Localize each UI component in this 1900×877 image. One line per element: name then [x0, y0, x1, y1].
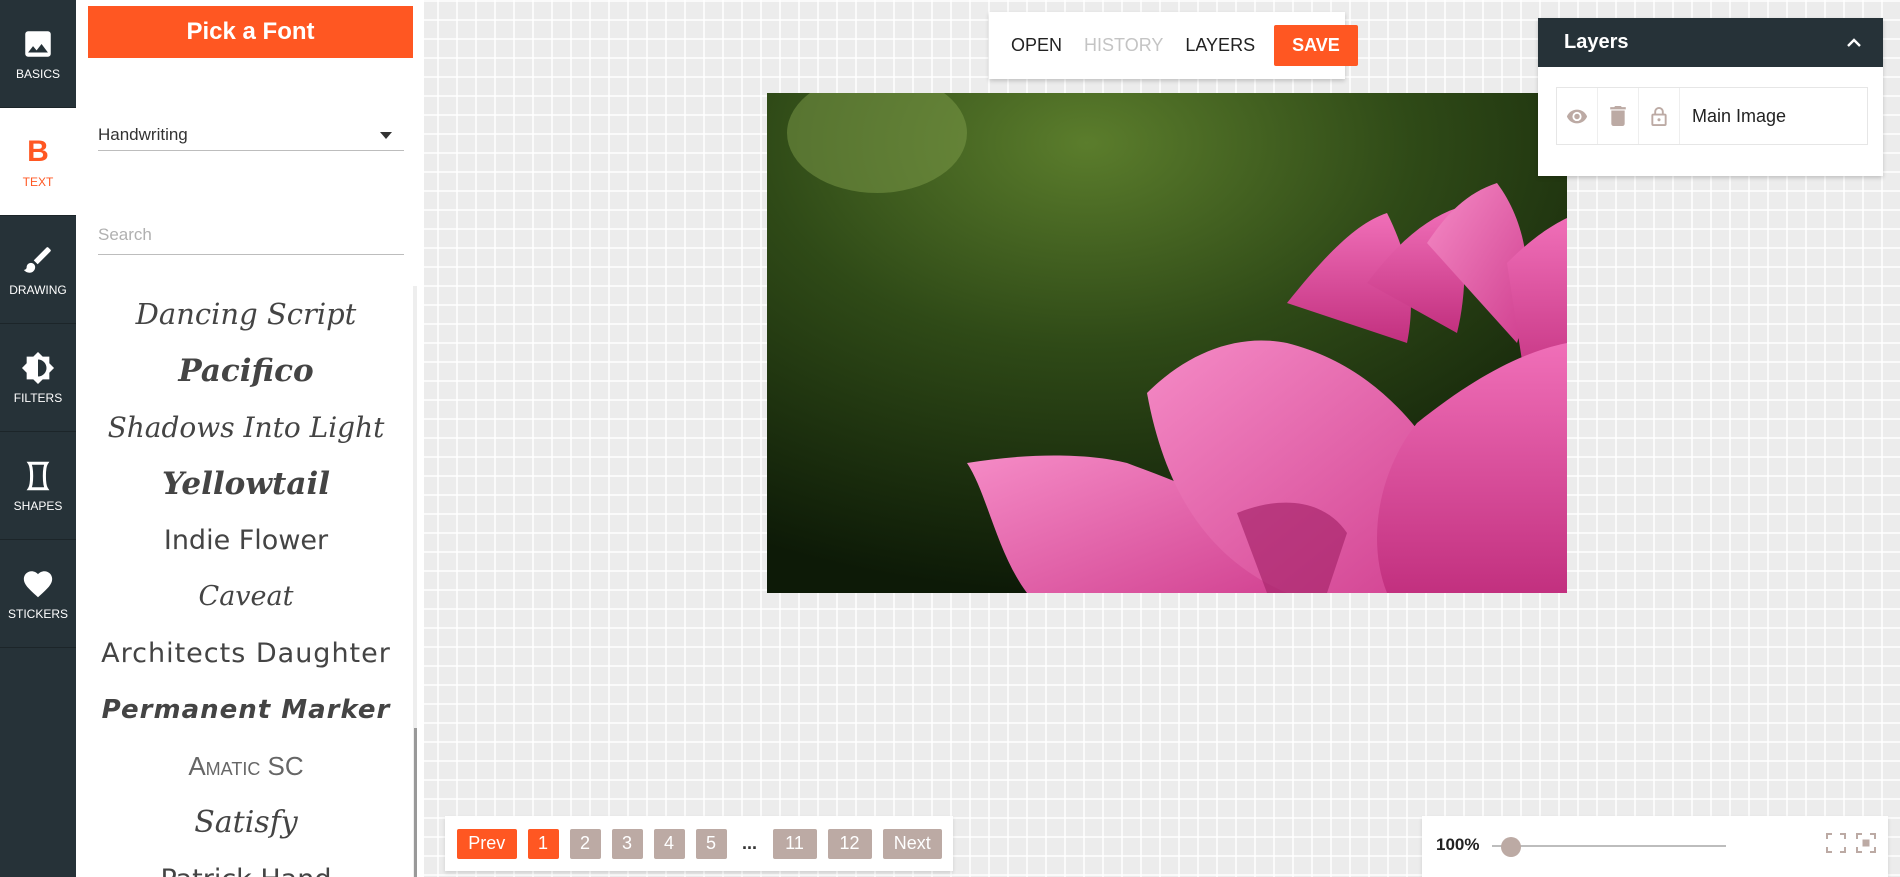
page-button-5[interactable]: 5: [695, 828, 727, 859]
eye-icon[interactable]: [1557, 88, 1598, 144]
nav-text-label: TEXT: [22, 174, 54, 189]
nav-filters[interactable]: FILTERS: [0, 324, 76, 432]
lock-icon[interactable]: [1639, 88, 1680, 144]
nav-shapes-label: SHAPES: [13, 498, 63, 513]
open-button[interactable]: OPEN: [1011, 35, 1062, 56]
font-list: Dancing Script Pacifico Shadows Into Lig…: [76, 286, 416, 877]
layer-name: Main Image: [1692, 105, 1787, 126]
nav-shapes[interactable]: SHAPES: [0, 432, 76, 540]
nav-drawing[interactable]: DRAWING: [0, 216, 76, 324]
top-toolbar: OPEN HISTORY LAYERS SAVE: [989, 12, 1358, 79]
pick-font-button[interactable]: Pick a Font: [88, 6, 413, 58]
bold-b-icon: B: [27, 134, 49, 168]
nav-stickers-label: STICKERS: [7, 606, 68, 621]
zoom-slider-track[interactable]: [1492, 845, 1726, 847]
brightness-icon: [21, 351, 55, 384]
font-item-pacifico[interactable]: Pacifico: [76, 343, 416, 400]
page-button-4[interactable]: 4: [653, 828, 685, 859]
layers-panel-title: Layers: [1564, 31, 1629, 53]
layers-panel-header[interactable]: Layers: [1538, 18, 1883, 67]
lotus-flower-photo: [767, 93, 1567, 593]
image-icon: [25, 30, 51, 57]
layers-panel: Layers Main Image: [1538, 18, 1883, 176]
page-button-1[interactable]: 1: [527, 828, 559, 859]
page-button-2[interactable]: 2: [569, 828, 601, 859]
main-image-canvas[interactable]: [767, 93, 1567, 593]
prev-page-button[interactable]: Prev: [457, 828, 517, 859]
next-page-button[interactable]: Next: [882, 828, 942, 859]
zoom-value: 100%: [1436, 835, 1480, 854]
brush-icon: [23, 246, 51, 273]
font-category-select[interactable]: Handwriting: [98, 120, 404, 151]
font-item-satisfy[interactable]: Satisfy: [76, 795, 416, 852]
history-button[interactable]: HISTORY: [1084, 35, 1163, 56]
left-nav: BASICS B TEXT DRAWING FILTERS SHAPES STI…: [0, 0, 76, 877]
font-item-yellowtail[interactable]: Yellowtail: [76, 456, 416, 513]
trash-icon[interactable]: [1598, 88, 1639, 144]
nav-basics[interactable]: BASICS: [0, 0, 76, 108]
layer-row-main-image[interactable]: Main Image: [1556, 87, 1868, 145]
save-button[interactable]: SAVE: [1274, 25, 1358, 66]
page-button-11[interactable]: 11: [772, 828, 817, 859]
nav-drawing-label: DRAWING: [9, 282, 67, 297]
fit-to-screen-icon[interactable]: [1855, 832, 1877, 854]
page-button-12[interactable]: 12: [827, 828, 872, 859]
nav-text[interactable]: B TEXT: [0, 108, 76, 216]
chevron-up-icon[interactable]: [1847, 37, 1861, 48]
font-pagination: Prev 1 2 3 4 5 ... 11 12 Next: [445, 816, 953, 871]
font-item-amatic-sc[interactable]: Amatic SC: [76, 738, 416, 795]
font-category-value: Handwriting: [98, 125, 188, 144]
font-item-caveat[interactable]: Caveat: [76, 569, 416, 626]
nav-filters-label: FILTERS: [13, 390, 63, 405]
nav-stickers[interactable]: STICKERS: [0, 540, 76, 648]
font-item-indie-flower[interactable]: Indie Flower: [76, 512, 416, 569]
font-search-input[interactable]: [98, 216, 404, 255]
font-item-permanent-marker[interactable]: Permanent Marker: [76, 682, 416, 739]
dropdown-caret-icon: [380, 131, 392, 139]
page-button-3[interactable]: 3: [611, 828, 643, 859]
font-list-scroll-thumb[interactable]: [414, 728, 417, 877]
font-panel: Pick a Font Handwriting Dancing Script P…: [76, 0, 424, 877]
font-item-dancing-script[interactable]: Dancing Script: [76, 286, 416, 343]
pagination-ellipsis: ...: [741, 833, 757, 853]
font-item-patrick-hand[interactable]: Patrick Hand: [76, 851, 416, 877]
font-item-shadows-into-light[interactable]: Shadows Into Light: [76, 399, 416, 456]
fullscreen-icon[interactable]: [1825, 832, 1847, 854]
heart-icon: [23, 570, 53, 597]
font-item-architects-daughter[interactable]: Architects Daughter: [76, 625, 416, 682]
zoom-slider-thumb[interactable]: [1501, 837, 1521, 857]
nav-basics-label: BASICS: [15, 66, 60, 81]
shape-icon: [26, 461, 50, 490]
layers-button[interactable]: LAYERS: [1185, 35, 1255, 56]
zoom-control: 100%: [1422, 816, 1888, 877]
